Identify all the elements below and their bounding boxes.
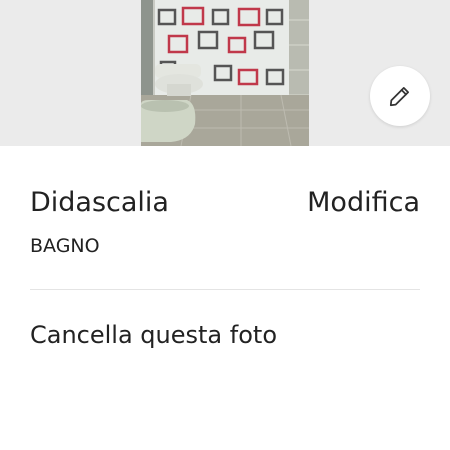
caption-title: Didascalia <box>30 187 169 218</box>
bathroom-photo <box>141 0 309 146</box>
caption-value: BAGNO <box>30 235 100 257</box>
edit-photo-button[interactable] <box>370 66 430 126</box>
pencil-icon <box>389 87 409 107</box>
edit-caption-link[interactable]: Modifica <box>307 184 420 222</box>
divider <box>30 289 420 290</box>
photo-header <box>0 0 450 146</box>
delete-photo-link[interactable]: Cancella questa foto <box>30 318 277 352</box>
